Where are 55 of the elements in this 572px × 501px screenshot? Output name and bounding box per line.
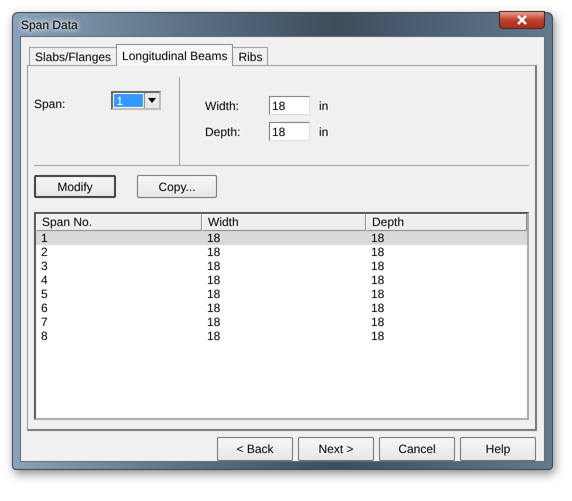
table-cell-text: 18 bbox=[370, 273, 386, 287]
table-cell-text: 18 bbox=[206, 301, 222, 315]
input-field[interactable]: 18 bbox=[269, 122, 310, 141]
dialog-button[interactable]: < Back bbox=[217, 437, 293, 461]
table-cell-text: 7 bbox=[40, 315, 49, 329]
table-cell-text: 18 bbox=[206, 329, 222, 343]
column-header[interactable]: Depth bbox=[366, 214, 527, 231]
table-row[interactable]: 5 18 18 bbox=[36, 287, 527, 301]
table-row[interactable]: 3 18 18 bbox=[36, 259, 527, 273]
table-row[interactable]: 7 18 18 bbox=[36, 315, 527, 329]
table-cell-text: 18 bbox=[370, 329, 386, 343]
dialog-button[interactable]: Cancel bbox=[379, 437, 455, 461]
table-cell-text: 5 bbox=[40, 287, 49, 301]
table-cell-text: 3 bbox=[40, 259, 49, 273]
table-cell-text: 6 bbox=[40, 301, 49, 315]
table-cell-text: 18 bbox=[370, 301, 386, 315]
table-row[interactable]: 4 18 18 bbox=[36, 273, 527, 287]
dialog-button[interactable]: Next > bbox=[298, 437, 374, 461]
table-cell-text: 18 bbox=[370, 231, 386, 245]
table-row[interactable]: 6 18 18 bbox=[36, 301, 527, 315]
action-button[interactable]: Modify bbox=[34, 175, 116, 198]
dialog-button[interactable]: Help bbox=[460, 437, 536, 461]
close-button[interactable] bbox=[499, 10, 545, 28]
table-row[interactable]: 1 18 18 bbox=[36, 231, 527, 245]
tab[interactable]: Ribs bbox=[232, 47, 268, 65]
table-cell-text: 18 bbox=[370, 259, 386, 273]
table-cell-text: 8 bbox=[40, 329, 49, 343]
table-cell-text: 18 bbox=[370, 315, 386, 329]
tab[interactable]: Slabs/Flanges bbox=[29, 47, 118, 65]
table-cell-text: 18 bbox=[206, 245, 222, 259]
table-cell-text: 18 bbox=[206, 315, 222, 329]
span-label: Span: bbox=[34, 97, 66, 111]
table-row[interactable]: 8 18 18 bbox=[36, 329, 527, 343]
column-header[interactable]: Span No. bbox=[36, 214, 202, 231]
table-cell-text: 18 bbox=[206, 231, 222, 245]
table-cell-text: 18 bbox=[370, 245, 386, 259]
input-field[interactable]: 18 bbox=[269, 96, 310, 115]
table-row[interactable]: 2 18 18 bbox=[36, 245, 527, 259]
table-cell-text: 4 bbox=[40, 273, 49, 287]
column-header[interactable]: Width bbox=[202, 214, 366, 231]
table-cell-text: 1 bbox=[40, 231, 49, 245]
unit-label: in bbox=[319, 124, 328, 138]
table-cell-text: 18 bbox=[370, 287, 386, 301]
table-cell-text: 18 bbox=[206, 259, 222, 273]
table-cell-text: 2 bbox=[40, 245, 49, 259]
table-cell-text: 18 bbox=[206, 273, 222, 287]
field-label: Width: bbox=[205, 98, 240, 112]
field-label: Depth: bbox=[205, 124, 242, 138]
tab[interactable]: Longitudinal Beams bbox=[116, 44, 234, 66]
close-icon bbox=[516, 14, 528, 24]
action-button[interactable]: Copy... bbox=[137, 175, 217, 198]
dropdown-arrow-icon bbox=[148, 98, 156, 103]
table-cell-text: 18 bbox=[206, 287, 222, 301]
unit-label: in bbox=[319, 98, 328, 112]
window-title: Span Data bbox=[21, 18, 78, 32]
